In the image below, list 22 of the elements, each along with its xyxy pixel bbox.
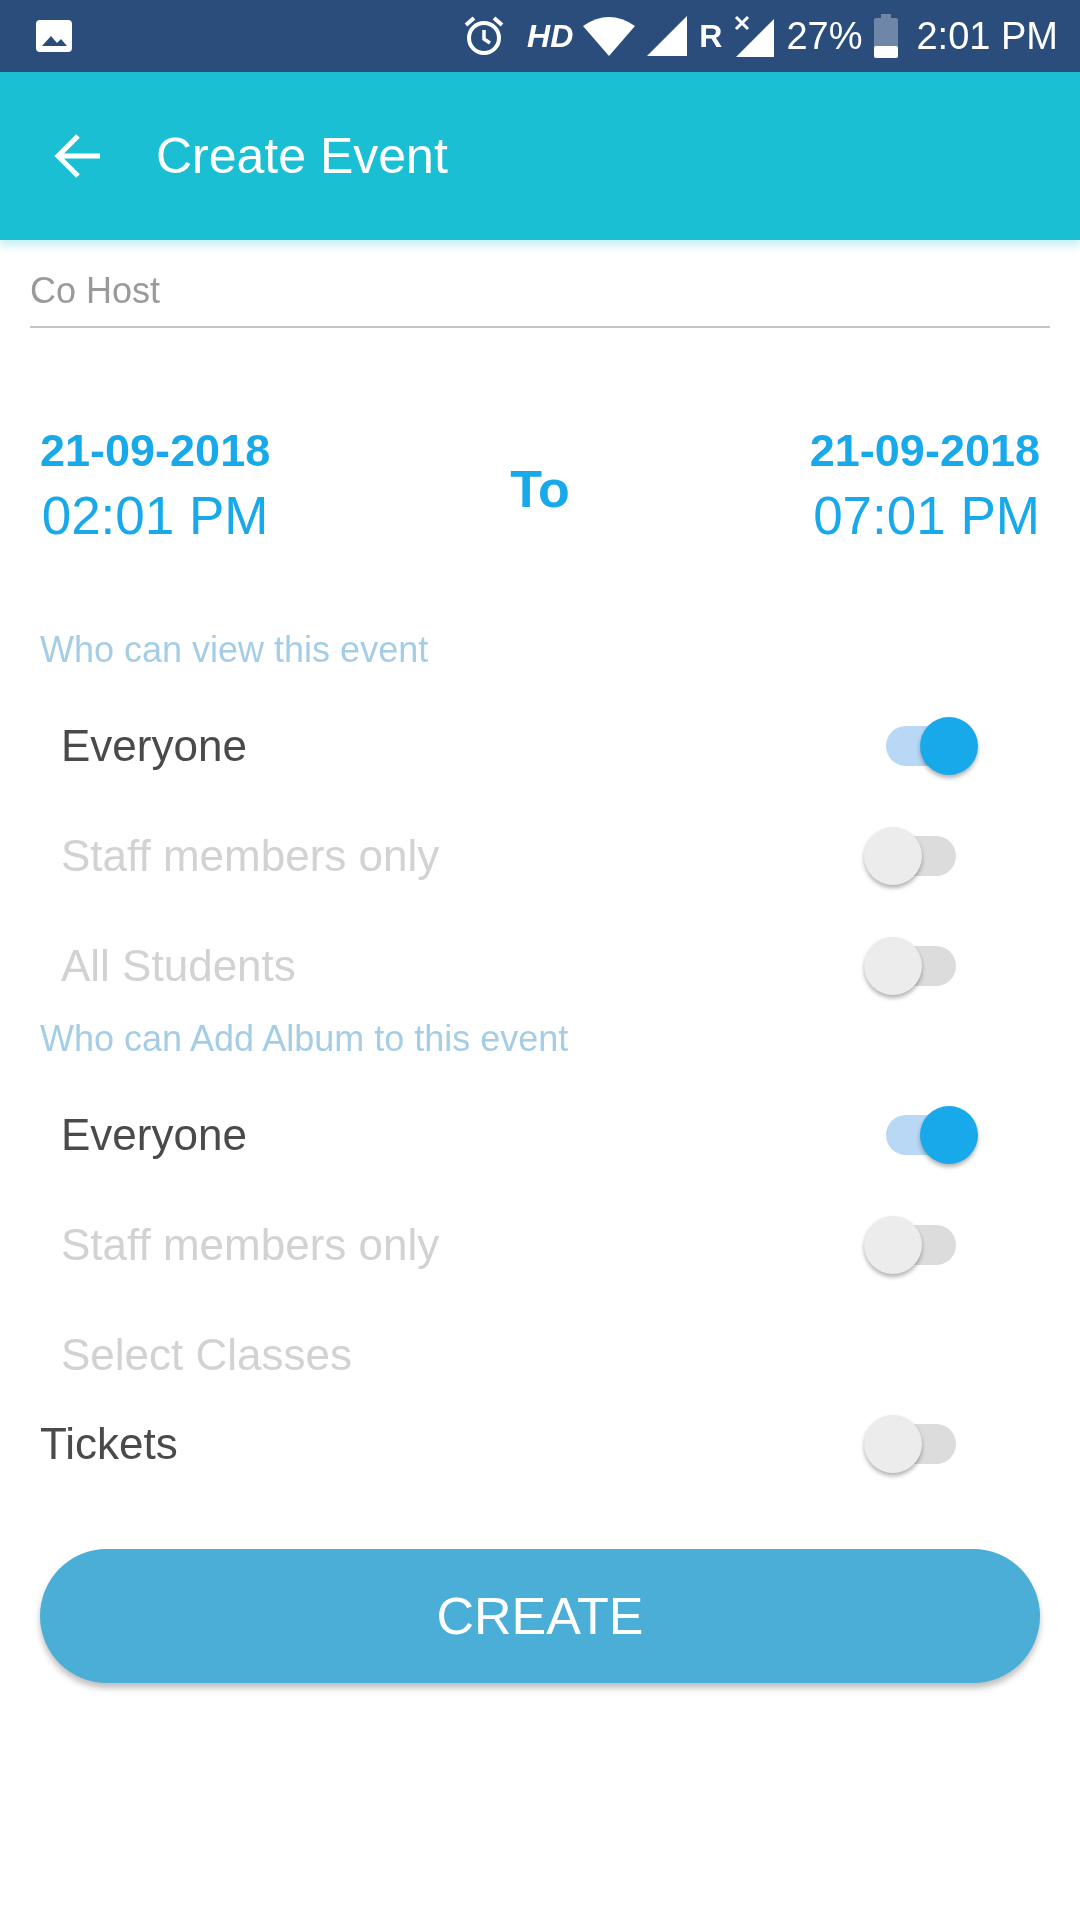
signal-crossed-icon [732,15,775,57]
section-heading: Who can view this event [40,629,429,671]
clock-time: 2:01 PM [916,14,1058,58]
range-separator: To [510,459,570,519]
signal-icon [647,16,688,56]
start-time[interactable]: 02:01 PM [40,484,271,546]
end-time[interactable]: 07:01 PM [813,484,1040,546]
create-button[interactable]: CREATE [40,1549,1040,1683]
battery-icon [874,14,899,58]
start-date[interactable]: 21-09-2018 [40,424,271,477]
battery-percent: 27% [786,14,863,58]
tickets-label: Tickets [40,1419,178,1469]
alarm-icon [463,15,506,57]
screen-title: Create Event [156,127,448,185]
network-type-label: HD [527,17,574,55]
roaming-label: R [699,17,723,55]
wifi-icon [583,16,636,56]
option-label: Everyone [61,721,247,771]
co-host-field[interactable]: Co Host [30,260,1050,328]
section-heading: Who can Add Album to this event [40,1018,569,1060]
end-date[interactable]: 21-09-2018 [809,424,1040,477]
option-label: Everyone [61,1110,247,1160]
